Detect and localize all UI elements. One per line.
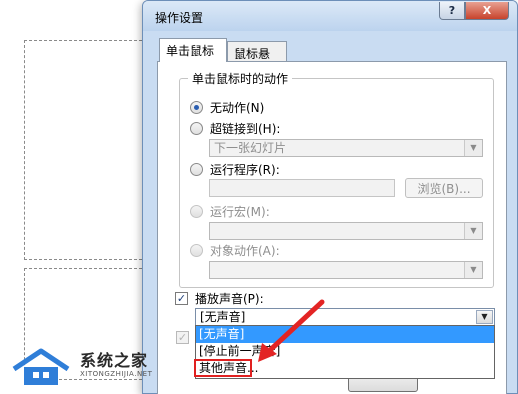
dropdown-item-no-sound[interactable]: [无声音] xyxy=(196,326,494,343)
disabled-checkbox-row: ✓ xyxy=(176,330,189,344)
radio-label-run-program: 运行程序(R): xyxy=(210,163,280,177)
chevron-down-icon[interactable]: ▼ xyxy=(464,140,482,156)
play-sound-checkbox[interactable]: ✓ xyxy=(175,292,188,305)
help-icon: ? xyxy=(448,4,456,17)
macro-select[interactable]: ▼ xyxy=(209,222,483,240)
close-icon: X xyxy=(482,4,492,17)
dialog-title: 操作设置 xyxy=(155,11,204,25)
chevron-down-icon[interactable]: ▼ xyxy=(476,310,493,324)
red-highlight-box xyxy=(194,359,252,377)
play-sound-row[interactable]: ✓ 播放声音(P): xyxy=(175,290,264,307)
watermark: 系统之家 XITONGZHIJIA.NET xyxy=(8,343,168,391)
radio-object-action[interactable]: 对象动作(A): xyxy=(190,242,280,259)
radio-button-icon[interactable] xyxy=(190,205,203,218)
chevron-down-icon[interactable]: ▼ xyxy=(464,223,482,239)
sound-select-value: [无声音] xyxy=(200,310,246,324)
radio-no-action[interactable]: 无动作(N) xyxy=(190,99,264,116)
browse-button[interactable]: 浏览(B)... xyxy=(405,178,483,198)
dropdown-item-stop-previous[interactable]: [停止前一声音] xyxy=(196,343,494,360)
radio-label-object-action: 对象动作(A): xyxy=(210,244,280,258)
radio-label-hyperlink: 超链接到(H): xyxy=(210,122,281,136)
slide-placeholder-top xyxy=(24,40,152,260)
dialog-titlebar[interactable]: 操作设置 ? X xyxy=(143,1,517,31)
radio-run-program[interactable]: 运行程序(R): xyxy=(190,161,280,178)
radio-button-icon[interactable] xyxy=(190,244,203,257)
tab-mouse-over[interactable]: 鼠标悬停 xyxy=(227,41,287,78)
program-path-input[interactable] xyxy=(209,179,395,197)
object-action-select[interactable]: ▼ xyxy=(209,261,483,279)
watermark-title: 系统之家 xyxy=(80,351,149,370)
click-action-group: 单击鼠标时的动作 无动作(N) 超链接到(H): 下一张幻灯片 ▼ 运行程序(R… xyxy=(179,70,494,288)
hyperlink-value: 下一张幻灯片 xyxy=(214,141,287,155)
close-button[interactable]: X xyxy=(465,2,509,20)
radio-button-checked-icon[interactable] xyxy=(190,101,203,114)
radio-label-run-macro: 运行宏(M): xyxy=(210,205,270,219)
tab-mouse-click[interactable]: 单击鼠标 xyxy=(159,38,227,62)
radio-label-none: 无动作(N) xyxy=(210,101,265,115)
help-button[interactable]: ? xyxy=(439,2,465,20)
hyperlink-select[interactable]: 下一张幻灯片 ▼ xyxy=(209,139,483,157)
sound-select[interactable]: [无声音] ▼ xyxy=(195,308,495,326)
watermark-subtitle: XITONGZHIJIA.NET xyxy=(80,370,153,378)
radio-run-macro[interactable]: 运行宏(M): xyxy=(190,203,270,220)
house-logo-icon xyxy=(12,348,70,385)
chevron-down-icon[interactable]: ▼ xyxy=(464,262,482,278)
play-sound-label: 播放声音(P): xyxy=(195,292,264,306)
radio-button-icon[interactable] xyxy=(190,122,203,135)
radio-hyperlink[interactable]: 超链接到(H): xyxy=(190,120,280,137)
group-title: 单击鼠标时的动作 xyxy=(188,70,293,87)
radio-button-icon[interactable] xyxy=(190,163,203,176)
disabled-checkbox[interactable]: ✓ xyxy=(176,331,189,344)
